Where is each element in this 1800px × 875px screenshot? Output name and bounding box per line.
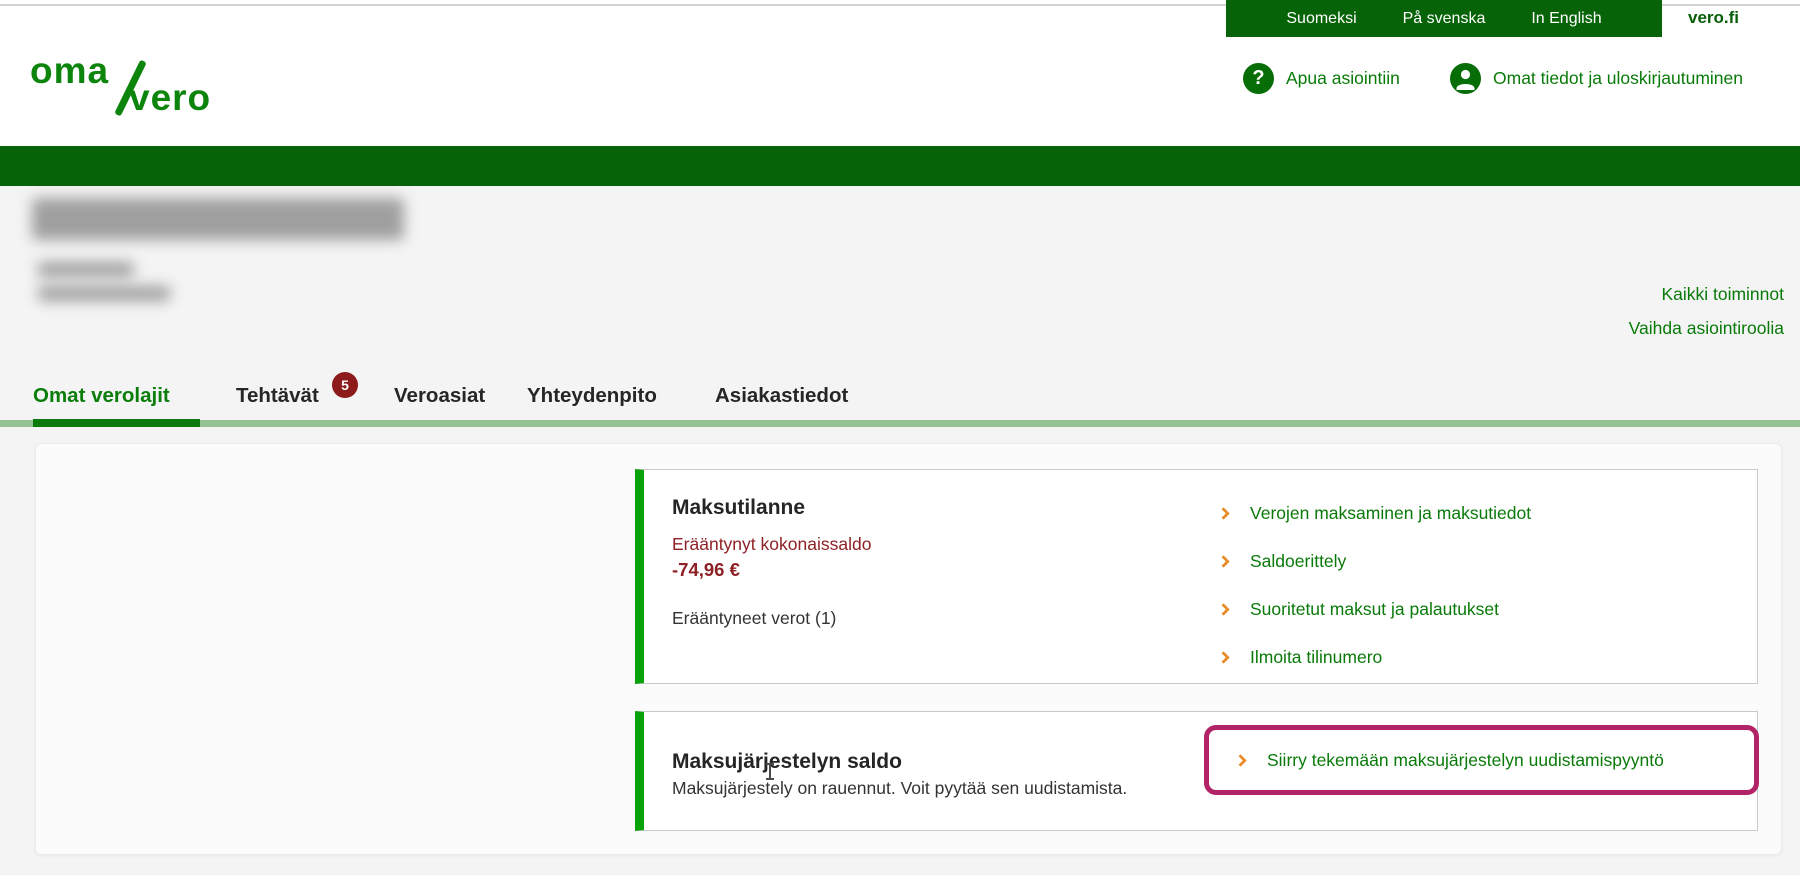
tab-veroasiat[interactable]: Veroasiat [394,384,485,408]
profile-logout-link[interactable]: Omat tiedot ja uloskirjautuminen [1450,63,1743,94]
primary-nav-bar [0,146,1800,186]
annotation-highlight-box: Siirry tekemään maksujärjestelyn uudista… [1204,725,1759,795]
content-panel: Maksutilanne Erääntynyt kokonaissaldo -7… [35,443,1782,855]
tab-tehtavat[interactable]: Tehtävät 5 [236,372,358,408]
tab-yhteydenpito[interactable]: Yhteydenpito [527,384,657,408]
link-suoritetut-maksut[interactable]: Suoritetut maksut ja palautukset [1217,599,1500,620]
redacted-user-name [32,198,404,240]
link-label: Siirry tekemään maksujärjestelyn uudista… [1267,750,1664,770]
overdue-balance-amount: -74,96 € [672,559,740,580]
payment-arrangement-card: Maksujärjestelyn saldo Maksujärjestely o… [635,711,1759,831]
link-renew-payment-arrangement[interactable]: Siirry tekemään maksujärjestelyn uudista… [1234,750,1664,771]
overdue-balance-label: Erääntynyt kokonaissaldo [672,534,872,554]
chevron-right-icon [1217,555,1230,568]
language-english[interactable]: In English [1531,10,1601,28]
omavero-logo[interactable]: oma vero [30,50,230,125]
tabs-underline-active [33,419,200,427]
logo-text-oma: oma [30,50,110,91]
overdue-taxes-text: Erääntyneet verot (1) [672,608,837,628]
tab-asiakastiedot[interactable]: Asiakastiedot [715,384,848,408]
profile-logout-label: Omat tiedot ja uloskirjautuminen [1493,68,1743,88]
payment-arrangement-title: Maksujärjestelyn saldo [672,750,902,773]
tasks-count-badge: 5 [332,372,358,398]
switch-role-link[interactable]: Vaihda asiointiroolia [1629,318,1784,339]
payment-arrangement-description: Maksujärjestely on rauennut. Voit pyytää… [672,778,1128,798]
tab-label: Omat verolajit [33,384,170,407]
tab-omat-verolajit[interactable]: Omat verolajit [33,384,170,408]
redacted-user-id [38,262,134,277]
chevron-right-icon [1217,507,1230,520]
question-mark-icon [1243,63,1274,94]
payment-status-title: Maksutilanne [672,496,806,519]
tabs-underline [0,420,1800,427]
omavero-app: Suomeksi På svenska In English vero.fi o… [0,0,1800,875]
all-actions-link[interactable]: Kaikki toiminnot [1661,284,1784,305]
link-saldoerittely[interactable]: Saldoerittely [1217,551,1347,572]
redacted-user-detail [38,286,170,301]
payment-status-card: Maksutilanne Erääntynyt kokonaissaldo -7… [635,469,1758,684]
tab-label: Tehtävät [236,384,319,407]
tab-label: Veroasiat [394,384,486,407]
link-ilmoita-tilinumero[interactable]: Ilmoita tilinumero [1217,647,1383,668]
page-background: Kaikki toiminnot Vaihda asiointiroolia O… [0,186,1800,875]
language-swedish[interactable]: På svenska [1403,10,1486,28]
chevron-right-icon [1217,603,1230,616]
link-label: Verojen maksaminen ja maksutiedot [1250,503,1532,523]
help-link-label: Apua asiointiin [1286,68,1400,88]
ibeam-cursor [766,763,774,780]
help-link[interactable]: Apua asiointiin [1243,63,1400,94]
tab-label: Asiakastiedot [715,384,849,407]
link-verojen-maksaminen[interactable]: Verojen maksaminen ja maksutiedot [1217,503,1532,524]
verofi-link[interactable]: vero.fi [1688,8,1739,28]
link-label: Suoritetut maksut ja palautukset [1250,599,1500,619]
logo-text-vero: vero [129,77,212,118]
language-finnish[interactable]: Suomeksi [1286,10,1356,28]
language-bar: Suomeksi På svenska In English [1226,0,1662,37]
chevron-right-icon [1217,651,1230,664]
chevron-right-icon [1234,754,1247,767]
person-icon [1450,63,1481,94]
tab-label: Yhteydenpito [527,384,657,407]
link-label: Ilmoita tilinumero [1250,647,1383,667]
link-label: Saldoerittely [1250,551,1347,571]
